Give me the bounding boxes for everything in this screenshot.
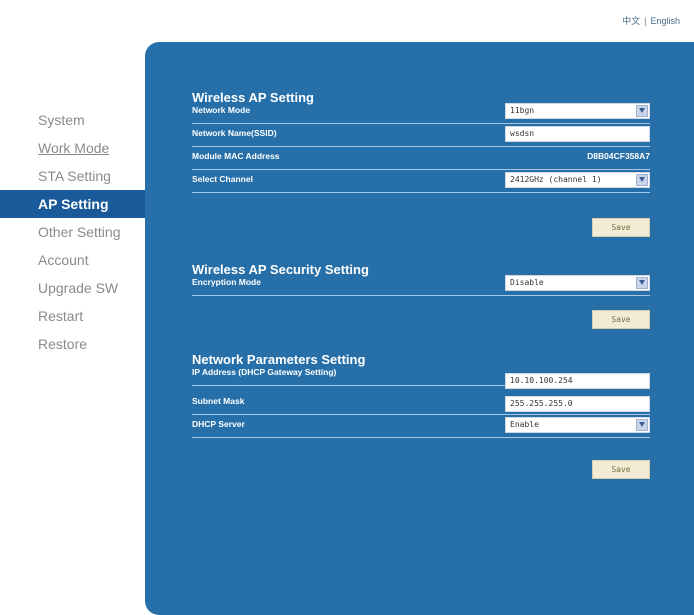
sidebar-item-sta-setting[interactable]: STA Setting (0, 162, 148, 190)
encryption-row: Encryption Mode Disable (192, 273, 650, 296)
encryption-label: Encryption Mode (192, 277, 261, 287)
wireless-ap-section: Wireless AP Setting Network Mode 11bgn N… (192, 90, 650, 237)
sidebar-item-restore[interactable]: Restore (0, 330, 148, 358)
sidebar-item-restart[interactable]: Restart (0, 302, 148, 330)
ip-label: IP Address (DHCP Gateway Setting) (192, 367, 337, 377)
network-section: Network Parameters Setting IP Address (D… (192, 352, 650, 479)
dhcp-value: Enable (510, 420, 539, 429)
network-mode-label: Network Mode (192, 105, 251, 115)
chevron-down-icon (636, 105, 648, 117)
sidebar-item-account[interactable]: Account (0, 246, 148, 274)
lang-chinese-link[interactable]: 中文 (622, 16, 640, 26)
chevron-down-icon (636, 277, 648, 289)
mac-value: D8B04CF358A7 (587, 151, 650, 161)
network-mode-select[interactable]: 11bgn (505, 103, 650, 119)
network-mode-row: Network Mode 11bgn (192, 101, 650, 124)
sidebar-item-ap-setting[interactable]: AP Setting (0, 190, 148, 218)
settings-panel: Wireless AP Setting Network Mode 11bgn N… (145, 42, 694, 615)
chevron-down-icon (636, 174, 648, 186)
sidebar-item-upgrade-sw[interactable]: Upgrade SW (0, 274, 148, 302)
channel-row: Select Channel 2412GHz (channel 1) (192, 170, 650, 193)
sidebar-item-other-setting[interactable]: Other Setting (0, 218, 148, 246)
channel-value: 2412GHz (channel 1) (510, 175, 602, 184)
sidebar-nav: System Work Mode STA Setting AP Setting … (0, 106, 148, 358)
network-mode-value: 11bgn (510, 106, 535, 115)
sidebar-item-system[interactable]: System (0, 106, 148, 134)
ssid-input[interactable]: wsdsn (505, 126, 650, 142)
ip-row: IP Address (DHCP Gateway Setting) 10.10.… (192, 363, 650, 389)
channel-select[interactable]: 2412GHz (channel 1) (505, 172, 650, 188)
encryption-select[interactable]: Disable (505, 275, 650, 291)
dhcp-row: DHCP Server Enable (192, 415, 650, 438)
chevron-down-icon (636, 419, 648, 431)
ssid-label: Network Name(SSID) (192, 128, 277, 138)
mac-label: Module MAC Address (192, 151, 280, 161)
sidebar-item-work-mode[interactable]: Work Mode (0, 134, 148, 162)
ap-save-button[interactable]: Save (592, 218, 650, 237)
subnet-row: Subnet Mask 255.255.255.0 (192, 386, 650, 415)
security-section: Wireless AP Security Setting Encryption … (192, 262, 650, 329)
lang-separator: | (644, 16, 647, 26)
channel-label: Select Channel (192, 174, 253, 184)
subnet-label: Subnet Mask (192, 396, 245, 406)
ssid-row: Network Name(SSID) wsdsn (192, 124, 650, 147)
security-save-button[interactable]: Save (592, 310, 650, 329)
language-switcher: 中文 | English (622, 14, 680, 27)
dhcp-label: DHCP Server (192, 419, 245, 429)
network-save-button[interactable]: Save (592, 460, 650, 479)
subnet-input[interactable]: 255.255.255.0 (505, 396, 650, 412)
mac-row: Module MAC Address D8B04CF358A7 (192, 147, 650, 170)
dhcp-select[interactable]: Enable (505, 417, 650, 433)
lang-english-link[interactable]: English (650, 16, 680, 26)
encryption-value: Disable (510, 278, 544, 287)
